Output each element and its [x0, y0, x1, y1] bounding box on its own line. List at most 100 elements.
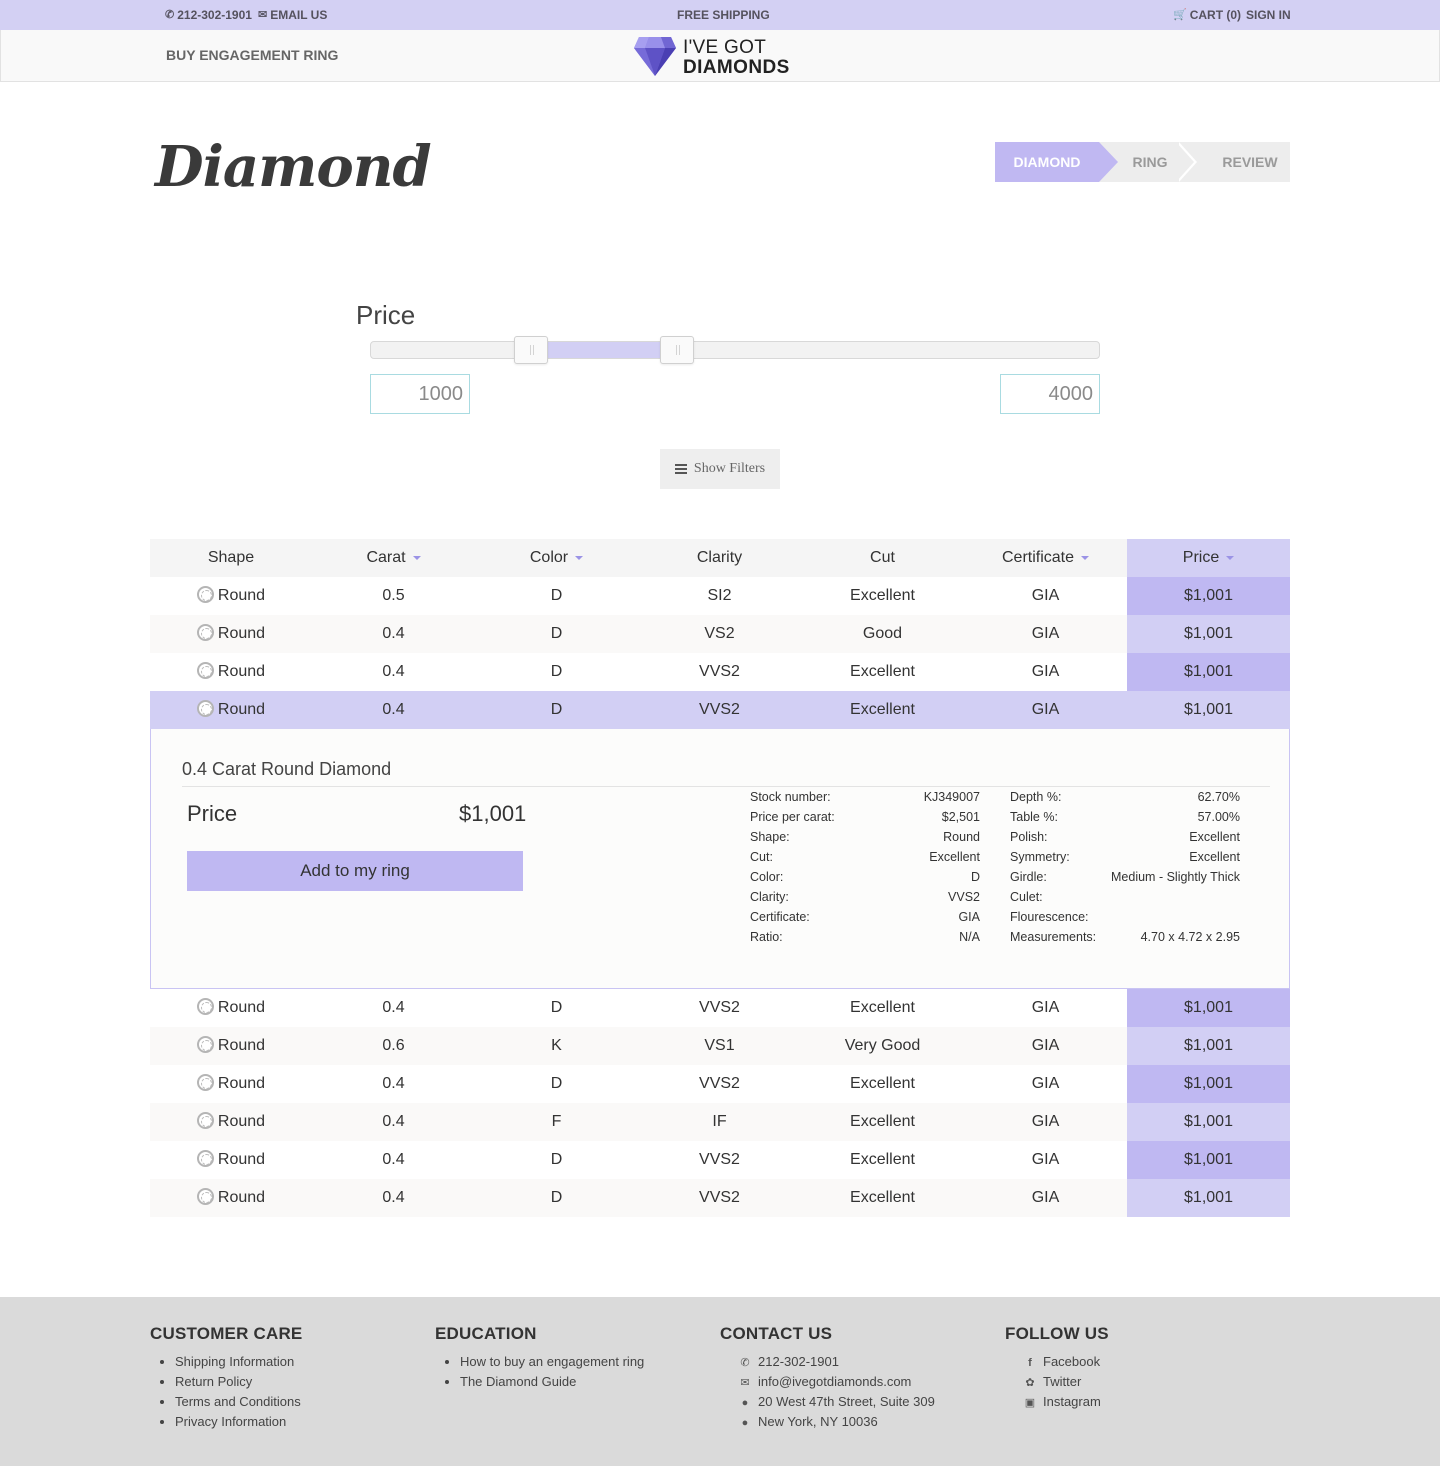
top-bar: ✆ 212-302-1901 ✉ EMAIL US FREE SHIPPING … [0, 0, 1440, 30]
spec-label: Measurements: [1010, 930, 1097, 944]
header-price[interactable]: Price [1127, 539, 1290, 577]
diamond-logo-icon [634, 37, 676, 76]
cell-carat-text: 0.4 [382, 701, 405, 718]
diamond-table: Shape Carat Color Clarity Cut Certificat… [150, 539, 1290, 1217]
spec-label: Table %: [1010, 810, 1058, 824]
footer-contact-address-1-text: 20 West 47th Street, Suite 309 [758, 1394, 935, 1409]
footer-link-twitter[interactable]: ✿ Twitter [1005, 1372, 1109, 1392]
footer-link-shipping[interactable]: Shipping Information [150, 1352, 302, 1372]
phone-link[interactable]: ✆ 212-302-1901 [165, 8, 252, 22]
email-link[interactable]: ✉ EMAIL US [258, 8, 327, 22]
table-row[interactable]: Round 0.4 D VVS2 Excellent GIA $1,001 [150, 691, 1290, 729]
cell-shape: Round [150, 691, 312, 729]
step-review[interactable]: REVIEW [1215, 142, 1285, 182]
spec-label: Price per carat: [750, 810, 835, 824]
site-logo[interactable]: I'VE GOT DIAMONDS [633, 35, 803, 79]
cell-price: $1,001 [1127, 1065, 1290, 1103]
buy-engagement-ring-link[interactable]: BUY ENGAGEMENT RING [166, 47, 338, 63]
header-cut[interactable]: Cut [801, 539, 964, 577]
cell-color: D [475, 691, 638, 729]
envelope-icon: ✉ [740, 1377, 750, 1389]
envelope-icon: ✉ [258, 8, 268, 21]
cell-cut: Excellent [801, 989, 964, 1027]
cell-carat: 0.4 [312, 653, 475, 691]
price-max-input[interactable] [1000, 374, 1100, 414]
cell-carat: 0.4 [312, 1179, 475, 1217]
cell-shape: Round [150, 1027, 312, 1065]
sort-caret-icon [412, 555, 421, 560]
price-slider-max-handle[interactable] [660, 336, 694, 364]
round-diamond-icon [196, 586, 214, 603]
table-row[interactable]: Round 0.4 D VS2 Good GIA $1,001 [150, 615, 1290, 653]
header-carat[interactable]: Carat [312, 539, 475, 577]
sign-in-link[interactable]: SIGN IN [1246, 8, 1291, 22]
price-min-input[interactable] [370, 374, 470, 414]
spec-label: Polish: [1010, 830, 1048, 844]
cell-shape: Round [150, 615, 312, 653]
footer-link-instagram[interactable]: ▣ Instagram [1005, 1392, 1109, 1412]
table-row[interactable]: Round 0.4 D VVS2 Excellent GIA $1,001 [150, 653, 1290, 691]
footer-link-privacy[interactable]: Privacy Information [150, 1412, 302, 1432]
header-shape[interactable]: Shape [150, 539, 312, 577]
cell-certificate: GIA [964, 691, 1127, 729]
cell-color: D [475, 1179, 638, 1217]
table-row[interactable]: Round 0.6 K VS1 Very Good GIA $1,001 [150, 1027, 1290, 1065]
footer-contact-phone[interactable]: ✆ 212-302-1901 [720, 1352, 935, 1372]
header-certificate[interactable]: Certificate [964, 539, 1127, 577]
cart-icon: 🛒 [1173, 8, 1187, 21]
table-row[interactable]: Round 0.5 D SI2 Excellent GIA $1,001 [150, 577, 1290, 615]
cell-shape-text: Round [217, 1113, 266, 1130]
header-clarity[interactable]: Clarity [638, 539, 801, 577]
show-filters-button[interactable]: Show Filters [660, 449, 780, 489]
footer-link-how-to-buy[interactable]: How to buy an engagement ring [435, 1352, 644, 1372]
table-row[interactable]: Round 0.4 D VVS2 Excellent GIA $1,001 [150, 989, 1290, 1027]
price-slider-min-handle[interactable] [514, 336, 548, 364]
round-diamond-icon [196, 662, 214, 679]
spec-label: Cut: [750, 850, 773, 864]
spec-row: Certificate: GIA [750, 907, 980, 927]
step-ring[interactable]: RING [1120, 142, 1180, 182]
cell-price: $1,001 [1127, 1027, 1290, 1065]
round-diamond-icon [196, 1150, 214, 1167]
footer-contact-email[interactable]: ✉ info@ivegotdiamonds.com [720, 1372, 935, 1392]
table-row[interactable]: Round 0.4 D VVS2 Excellent GIA $1,001 [150, 1065, 1290, 1103]
footer-link-diamond-guide[interactable]: The Diamond Guide [435, 1372, 644, 1392]
spec-row: Clarity: VVS2 [750, 887, 980, 907]
cell-color: D [475, 989, 638, 1027]
cell-price: $1,001 [1127, 691, 1290, 729]
cell-certificate-text: GIA [1031, 1113, 1060, 1130]
cell-cut-text: Excellent [850, 1189, 915, 1206]
cell-carat: 0.4 [312, 1103, 475, 1141]
spec-label: Clarity: [750, 890, 789, 904]
cell-clarity: VVS2 [638, 691, 801, 729]
phone-icon: ✆ [740, 1357, 750, 1369]
cell-clarity: VS2 [638, 615, 801, 653]
table-row[interactable]: Round 0.4 D VVS2 Excellent GIA $1,001 [150, 1179, 1290, 1217]
round-diamond-icon [196, 1036, 214, 1053]
footer-link-terms[interactable]: Terms and Conditions [150, 1392, 302, 1412]
footer-facebook-text: Facebook [1043, 1354, 1101, 1369]
footer-twitter-text: Twitter [1043, 1374, 1082, 1389]
spec-label: Stock number: [750, 790, 831, 804]
add-to-ring-button[interactable]: Add to my ring [187, 851, 523, 891]
step-diamond[interactable]: DIAMOND [995, 142, 1118, 182]
table-row[interactable]: Round 0.4 F IF Excellent GIA $1,001 [150, 1103, 1290, 1141]
cell-certificate-text: GIA [1031, 1037, 1060, 1054]
cell-clarity-text: VVS2 [699, 663, 740, 680]
round-diamond-icon [196, 1074, 214, 1091]
cell-clarity-text: IF [712, 1113, 727, 1130]
table-row[interactable]: Round 0.4 D VVS2 Excellent GIA $1,001 [150, 1141, 1290, 1179]
cart-link[interactable]: 🛒 CART (0) [1173, 8, 1241, 22]
header-carat-label: Carat [366, 549, 406, 566]
cell-shape: Round [150, 577, 312, 615]
footer-link-facebook[interactable]: f Facebook [1005, 1352, 1109, 1372]
header-color[interactable]: Color [475, 539, 638, 577]
cell-certificate-text: GIA [1031, 1151, 1060, 1168]
cell-carat-text: 0.4 [382, 1113, 405, 1130]
cell-price-text: $1,001 [1184, 1037, 1233, 1054]
price-slider-track[interactable] [370, 336, 1100, 364]
cell-certificate-text: GIA [1031, 625, 1060, 642]
footer-link-returns[interactable]: Return Policy [150, 1372, 302, 1392]
cell-price: $1,001 [1127, 1141, 1290, 1179]
cell-color: D [475, 1065, 638, 1103]
